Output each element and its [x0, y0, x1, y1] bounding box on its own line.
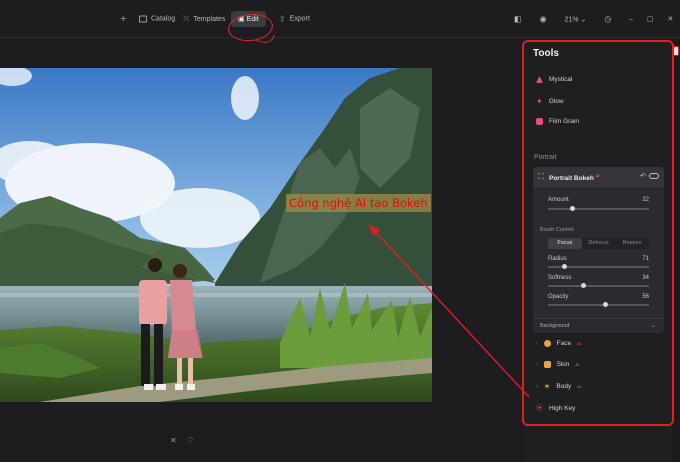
maximize-icon[interactable]: ▢: [647, 15, 654, 23]
export-tab[interactable]: ⇪ Export: [279, 15, 310, 24]
zoom-label: 21%: [564, 16, 579, 23]
export-icon: ⇪: [279, 14, 286, 24]
export-label: Export: [289, 15, 310, 23]
reject-icon[interactable]: ✕: [170, 436, 177, 445]
bokeh-callout: Công nghệ AI tạo Bokeh: [286, 194, 431, 212]
history-icon[interactable]: ◷: [604, 15, 611, 24]
compare-icon[interactable]: ◧: [514, 15, 522, 24]
top-toolbar: + Catalog ⤫ Templates ▣ Edit ⇪ Export ◧ …: [0, 0, 680, 38]
catalog-tab[interactable]: Catalog: [139, 15, 176, 23]
chevron-down-icon: ⌄: [580, 16, 587, 23]
templates-label: Templates: [193, 15, 226, 23]
photo-canvas[interactable]: [0, 68, 432, 402]
folder-icon: [139, 15, 147, 23]
favorite-icon[interactable]: ♡: [187, 436, 194, 445]
eye-icon[interactable]: ◉: [540, 15, 547, 24]
minimize-icon[interactable]: –: [629, 16, 633, 23]
close-icon[interactable]: ✕: [668, 15, 674, 23]
plus-icon: +: [120, 13, 127, 25]
catalog-label: Catalog: [151, 15, 176, 23]
tools-panel-highlight: [522, 40, 674, 426]
templates-icon: ⤫: [183, 14, 190, 23]
zoom-select[interactable]: 21% ⌄: [565, 15, 587, 23]
photo-actions: ✕ ♡: [170, 436, 194, 445]
templates-tab[interactable]: ⤫ Templates: [183, 14, 225, 24]
add-button[interactable]: +: [120, 13, 126, 25]
landscape-photo: [0, 68, 432, 402]
